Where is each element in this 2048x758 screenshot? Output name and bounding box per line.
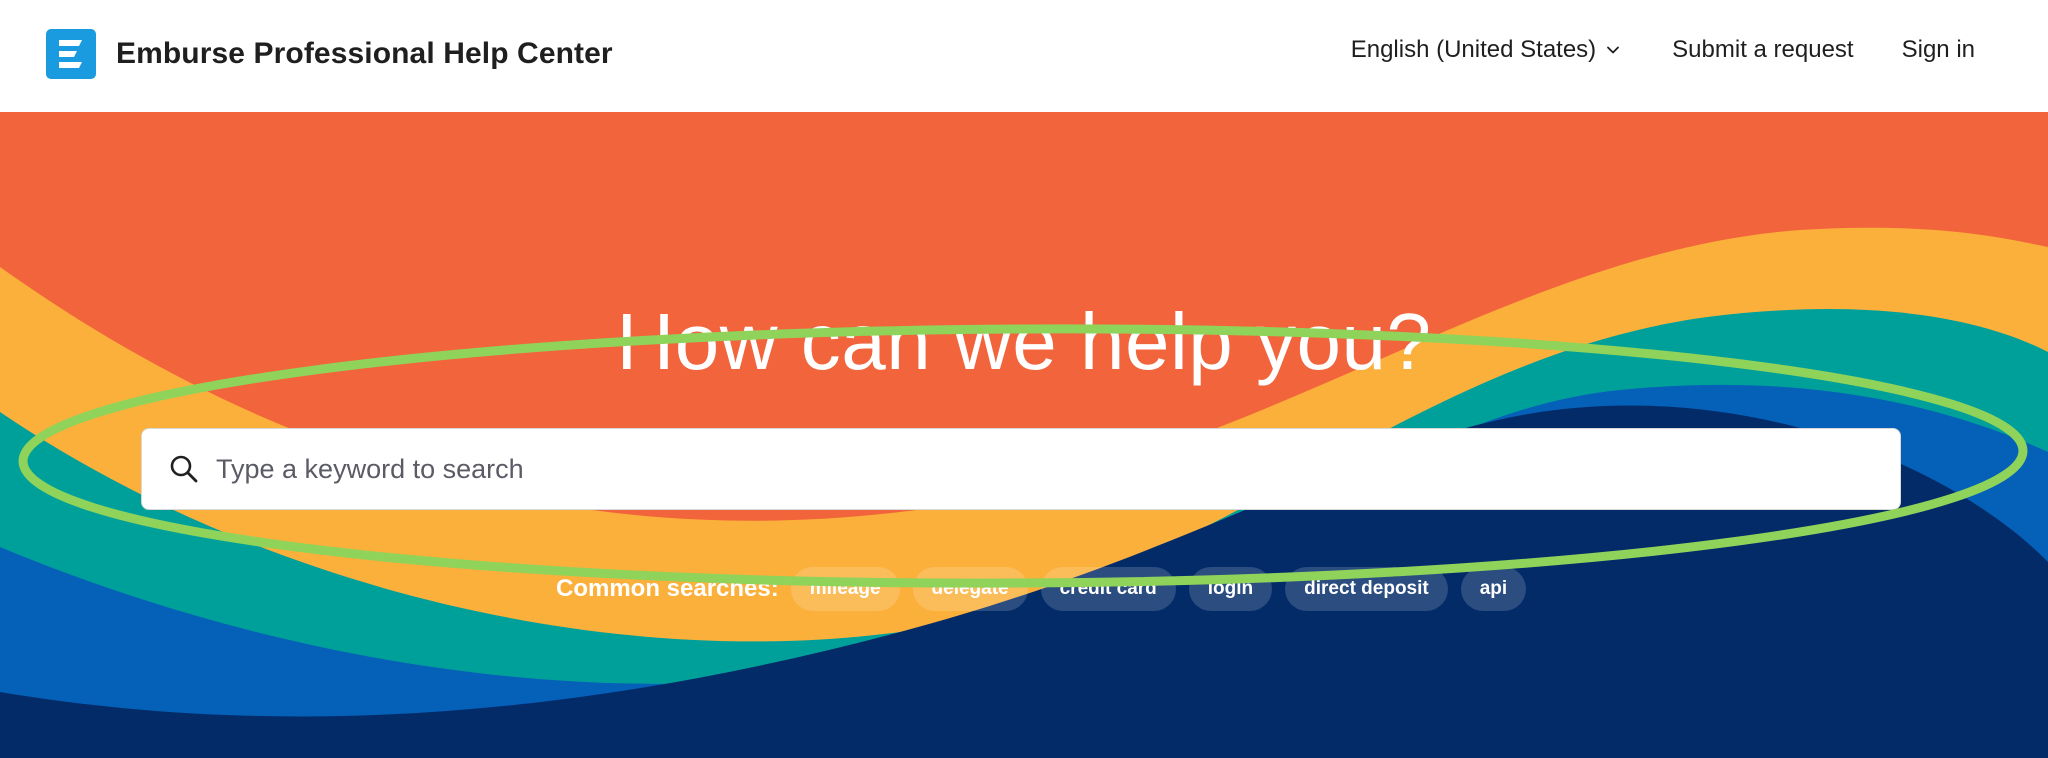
hero-banner: How can we help you? Common searches: mi… xyxy=(0,112,2048,758)
common-search-chip-direct-deposit[interactable]: direct deposit xyxy=(1285,567,1448,611)
language-selector-label: English (United States) xyxy=(1350,36,1597,63)
common-search-chip-mileage[interactable]: mileage xyxy=(790,567,900,611)
search-input[interactable] xyxy=(214,452,1818,486)
brand-link[interactable]: Emburse Professional Help Center xyxy=(46,29,613,79)
submit-request-link[interactable]: Submit a request xyxy=(1672,36,1853,64)
language-selector[interactable]: English (United States) xyxy=(1351,36,1620,64)
site-header: Emburse Professional Help Center English… xyxy=(0,0,2048,112)
emburse-logo-icon xyxy=(46,29,96,79)
help-center-page: Emburse Professional Help Center English… xyxy=(0,0,2048,758)
search-bar[interactable] xyxy=(141,428,1901,510)
common-search-chip-delegate[interactable]: delegate xyxy=(912,567,1028,611)
common-search-chip-api[interactable]: api xyxy=(1460,567,1527,611)
hero-title: How can we help you? xyxy=(616,297,1432,386)
common-search-chip-login[interactable]: login xyxy=(1188,567,1273,611)
chevron-down-icon xyxy=(1607,46,1620,54)
common-searches: Common searches: mileage delegate credit… xyxy=(556,567,1539,611)
brand-name: Emburse Professional Help Center xyxy=(116,37,613,70)
sign-in-link[interactable]: Sign in xyxy=(1902,36,1975,64)
common-searches-label: Common searches: xyxy=(556,575,779,602)
header-nav: English (United States) Submit a request… xyxy=(1351,36,1975,64)
search-icon xyxy=(170,455,198,483)
common-search-chip-credit-card[interactable]: credit card xyxy=(1040,567,1176,611)
